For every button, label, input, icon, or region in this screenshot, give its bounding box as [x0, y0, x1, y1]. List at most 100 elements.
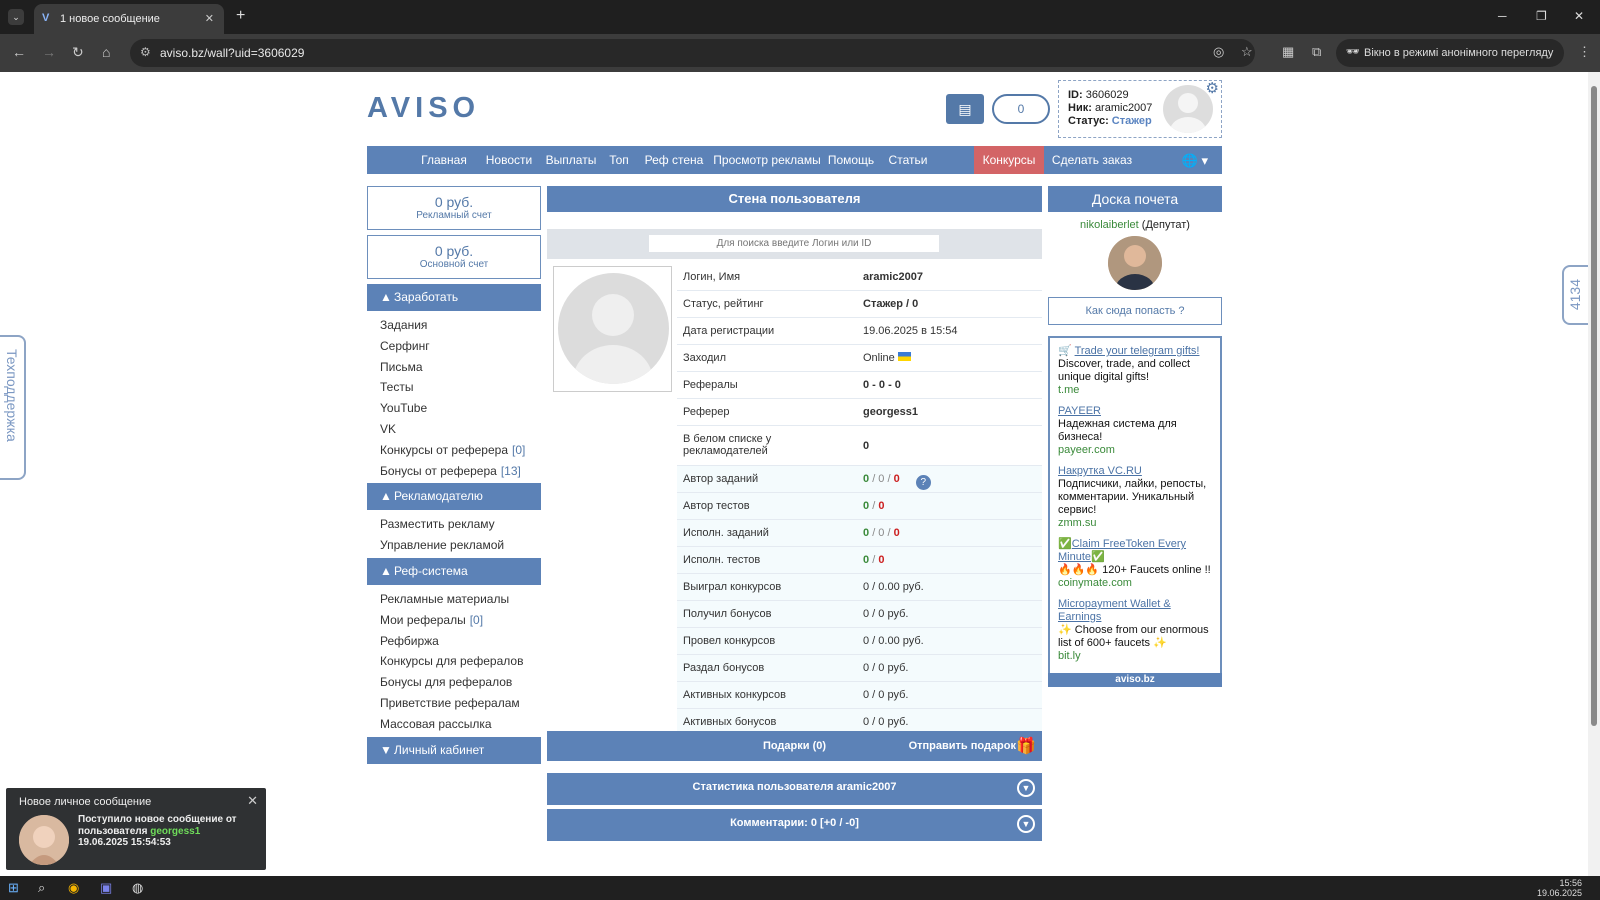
sidebar-item-ref-exchange[interactable]: Рефбиржа — [380, 631, 541, 652]
site-info-icon[interactable]: ⚙ — [140, 45, 151, 59]
close-notification-icon[interactable]: ✕ — [247, 793, 258, 809]
nav-item-view-ads[interactable]: Просмотр рекламы — [713, 146, 821, 174]
language-globe-icon[interactable]: 🌐 ▾ — [1182, 153, 1208, 169]
ads-box: 🛒 Trade your telegram gifts! Discover, t… — [1048, 336, 1222, 673]
sidebar-item-mass-mailing[interactable]: Массовая рассылка — [380, 714, 541, 735]
user-status[interactable]: Стажер — [1112, 115, 1152, 127]
app-icon[interactable]: ◍ — [132, 880, 143, 896]
incognito-indicator[interactable]: 🕶 Вікно в режимі анонімного перегляду — [1336, 39, 1564, 67]
nav-item-help[interactable]: Помощь — [823, 146, 879, 174]
main-account-amount: 0 руб. — [434, 243, 474, 259]
section-cabinet-header[interactable]: ▼ Личный кабинет — [367, 736, 541, 764]
sidebar-item-vk[interactable]: VK — [380, 419, 541, 440]
ad-item[interactable]: PAYEER Надежная система для бизнеса! pay… — [1058, 405, 1214, 457]
sidebar-item-tasks[interactable]: Задания — [380, 315, 541, 336]
site-logo[interactable]: AVISO — [367, 92, 480, 125]
sidebar-item-contests-for-refs[interactable]: Конкурсы для рефералов — [380, 651, 541, 672]
search-input[interactable] — [649, 235, 939, 252]
nav-item-top[interactable]: Топ — [603, 146, 635, 174]
gift-icon[interactable]: 🎁 — [1016, 736, 1036, 756]
sidebar-item-youtube[interactable]: YouTube — [380, 398, 541, 419]
user-stats-toggle[interactable]: Статистика пользователя aramic2007 ▼ — [547, 773, 1042, 805]
section-advertiser-header[interactable]: ▲ Рекламодателю — [367, 483, 541, 511]
balance-pill[interactable]: 0 — [992, 94, 1050, 124]
sidebar-item-letters[interactable]: Письма — [380, 357, 541, 378]
page-title: Стена пользователя — [547, 186, 1042, 212]
nick-label: Ник: — [1068, 102, 1092, 114]
scrollbar-thumb[interactable] — [1591, 86, 1597, 726]
reload-icon[interactable]: ↻ — [72, 44, 84, 61]
comments-toggle[interactable]: Комментарии: 0 [+0 / -0] ▼ — [547, 809, 1042, 841]
forward-icon[interactable]: → — [42, 44, 56, 60]
nav-item-home[interactable]: Главная — [411, 146, 477, 174]
honor-user-link[interactable]: nikolaiberlet — [1080, 219, 1139, 231]
page-scrollbar[interactable] — [1588, 72, 1600, 876]
sidebar-item-surfing[interactable]: Серфинг — [380, 336, 541, 357]
section-ref-header[interactable]: ▲ Реф-система — [367, 557, 541, 585]
sidebar-item-place-ad[interactable]: Разместить рекламу — [380, 514, 541, 535]
nav-item-ref-wall[interactable]: Реф стена — [637, 146, 711, 174]
url-text: aviso.bz/wall?uid=3606029 — [160, 46, 305, 60]
windows-start-icon[interactable]: ⊞ — [8, 880, 19, 896]
sidebar-item-tests[interactable]: Тесты — [380, 377, 541, 398]
section-earn-header[interactable]: ▲ Заработать — [367, 284, 541, 311]
extensions-icon[interactable]: ⧉ — [1312, 44, 1321, 60]
ad-item[interactable]: ✅Claim FreeToken Every Minute✅ 🔥🔥🔥 120+ … — [1058, 538, 1214, 590]
send-gift-button[interactable]: Отправить подарок — [909, 740, 1016, 752]
sidebar-item-my-referrals[interactable]: Мои рефералы [0] — [380, 610, 541, 631]
how-to-get-here-button[interactable]: Как сюда попасть ? — [1048, 297, 1222, 325]
honor-avatar[interactable] — [1108, 236, 1162, 290]
qr-icon[interactable]: ▦ — [1282, 44, 1294, 60]
address-bar[interactable]: ⚙ aviso.bz/wall?uid=3606029 — [130, 39, 1255, 67]
check-icon: ✅ — [1091, 551, 1105, 563]
online-counter-tab[interactable]: 4134 — [1562, 265, 1588, 325]
chevron-up-icon: ▲ — [380, 563, 392, 578]
sidebar-item-greeting-refs[interactable]: Приветствие рефералам — [380, 693, 541, 714]
profile-card-icon[interactable]: ▤ — [946, 94, 984, 124]
home-icon[interactable]: ⌂ — [102, 44, 110, 60]
chrome-app-icon[interactable]: ◉ — [68, 880, 79, 896]
browser-tab[interactable]: V 1 новое сообщение ✕ — [34, 4, 224, 34]
restore-button[interactable]: ❐ — [1536, 9, 1547, 23]
ad-item[interactable]: 🛒 Trade your telegram gifts! Discover, t… — [1058, 345, 1214, 397]
table-row: Заходил Online — [677, 345, 1042, 372]
nav-item-payouts[interactable]: Выплаты — [541, 146, 601, 174]
minimize-button[interactable]: ─ — [1498, 9, 1507, 23]
honor-board-title: Доска почета — [1048, 186, 1222, 212]
new-tab-button[interactable]: + — [236, 7, 245, 25]
taskbar-clock[interactable]: 15:56 19.06.2025 — [1537, 878, 1582, 898]
nav-item-contests[interactable]: Конкурсы — [974, 146, 1044, 174]
eye-off-icon[interactable]: ◎ — [1213, 44, 1224, 60]
nav-item-order[interactable]: Сделать заказ — [1047, 146, 1137, 174]
bookmark-star-icon[interactable]: ☆ — [1241, 44, 1253, 60]
referrer-link[interactable]: georgess1 — [863, 406, 918, 418]
ad-account-box[interactable]: 0 руб. Рекламный счет — [367, 186, 541, 230]
tab-search-button[interactable]: ⌄ — [8, 9, 24, 25]
help-icon[interactable]: ? — [915, 475, 931, 490]
user-wall: Стена пользователя — [547, 186, 1042, 259]
sender-link[interactable]: georgess1 — [150, 826, 200, 837]
section-title: Рекламодателю — [394, 489, 483, 504]
sidebar-item-referrer-bonuses[interactable]: Бонусы от реферера [13] — [380, 461, 541, 482]
sidebar-item-ad-materials[interactable]: Рекламные материалы — [380, 589, 541, 610]
sidebar-item-bonuses-for-refs[interactable]: Бонусы для рефералов — [380, 672, 541, 693]
sidebar-item-referrer-contests[interactable]: Конкурсы от реферера [0] — [380, 440, 541, 461]
teams-app-icon[interactable]: ▣ — [100, 880, 112, 896]
table-row: Провел конкурсов 0 / 0.00 руб. — [677, 628, 1042, 655]
nav-item-news[interactable]: Новости — [479, 146, 539, 174]
nav-item-articles[interactable]: Статьи — [881, 146, 935, 174]
search-icon[interactable]: ⌕ — [38, 880, 45, 896]
settings-gear-icon[interactable]: ⚙ — [1206, 81, 1219, 96]
close-window-button[interactable]: ✕ — [1574, 9, 1584, 23]
back-icon[interactable]: ← — [12, 44, 26, 60]
count-badge: [0] — [469, 612, 484, 627]
support-tab[interactable]: Техподдержка — [0, 335, 26, 480]
message-notification[interactable]: Новое личное сообщение ✕ Поступило новое… — [6, 788, 266, 870]
ad-item[interactable]: Micropayment Wallet & Earnings ✨ Choose … — [1058, 598, 1214, 663]
browser-menu-icon[interactable]: ⋮ — [1578, 44, 1591, 60]
close-tab-icon[interactable]: ✕ — [205, 12, 214, 25]
sidebar-item-manage-ads[interactable]: Управление рекламой — [380, 535, 541, 556]
main-account-box[interactable]: 0 руб. Основной счет — [367, 235, 541, 279]
ads-footer[interactable]: aviso.bz — [1048, 673, 1222, 687]
ad-item[interactable]: Накрутка VC.RU Подписчики, лайки, репост… — [1058, 465, 1214, 530]
